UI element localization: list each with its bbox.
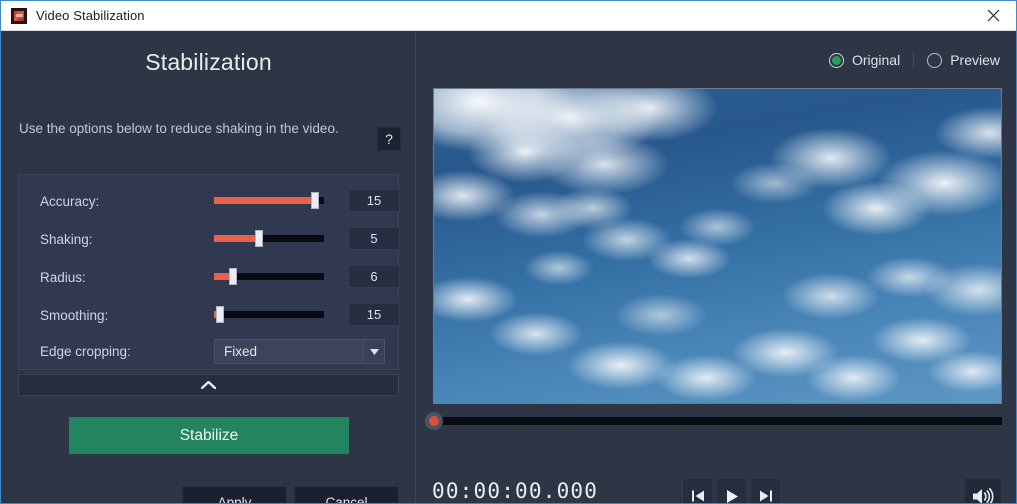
preview-mode-group: Original Preview <box>828 51 1000 69</box>
stabilize-button[interactable]: Stabilize <box>69 417 349 454</box>
radio-original-label: Original <box>851 52 901 68</box>
setting-label-smoothing: Smoothing: <box>40 307 109 323</box>
radius-slider-thumb[interactable] <box>228 268 237 285</box>
chevron-down-icon <box>369 348 379 355</box>
edge-cropping-arrow[interactable] <box>363 340 384 363</box>
timecode-display: 00:00:00.000 <box>432 479 599 503</box>
smoothing-value[interactable]: 15 <box>348 303 400 326</box>
volume-button[interactable] <box>964 478 1002 503</box>
chevron-up-icon <box>201 381 216 389</box>
timeline-scrubber[interactable] <box>425 412 1002 430</box>
accuracy-slider[interactable] <box>214 192 324 209</box>
setting-row-smoothing: Smoothing: 15 <box>19 303 400 327</box>
smoothing-slider-thumb[interactable] <box>215 306 224 323</box>
close-button[interactable] <box>970 1 1016 30</box>
window-title: Video Stabilization <box>36 8 145 23</box>
setting-label-radius: Radius: <box>40 269 86 285</box>
shaking-slider[interactable] <box>214 230 324 247</box>
shaking-slider-thumb[interactable] <box>255 230 264 247</box>
accuracy-value[interactable]: 15 <box>348 189 400 212</box>
smoothing-slider[interactable] <box>214 306 324 323</box>
play-icon <box>726 489 738 503</box>
radius-slider[interactable] <box>214 268 324 285</box>
sky-clouds-image <box>434 89 1001 403</box>
close-icon <box>987 9 999 22</box>
page-title: Stabilization <box>145 49 272 75</box>
help-button[interactable]: ? <box>377 127 401 151</box>
video-stabilization-window: Video Stabilization Stabilization Use th… <box>0 0 1017 504</box>
shaking-value[interactable]: 5 <box>348 227 400 250</box>
title-bar: Video Stabilization <box>1 1 1016 31</box>
settings-pane: Stabilization Use the options below to r… <box>2 31 415 503</box>
preview-pane: Original Preview 00:00:00.000 <box>416 32 1016 503</box>
next-frame-button[interactable] <box>750 478 781 503</box>
radius-value[interactable]: 6 <box>348 265 400 288</box>
collapse-settings-button[interactable] <box>18 374 399 396</box>
timeline-handle[interactable] <box>425 412 443 430</box>
video-stabilization-icon <box>11 7 27 24</box>
skip-previous-icon <box>691 490 704 502</box>
radio-original[interactable]: Original <box>828 52 901 68</box>
setting-row-shaking: Shaking: 5 <box>19 227 400 251</box>
video-preview[interactable] <box>433 88 1002 404</box>
edge-cropping-select[interactable]: Fixed <box>214 339 385 364</box>
settings-group: Accuracy: 15 Shaking: 5 Radius: 6 Smooth… <box>18 174 400 370</box>
accuracy-slider-thumb[interactable] <box>311 192 320 209</box>
radio-original-icon <box>828 52 844 68</box>
panel-description: Use the options below to reduce shaking … <box>19 121 339 136</box>
setting-label-accuracy: Accuracy: <box>40 193 100 209</box>
radio-preview[interactable]: Preview <box>927 52 1000 68</box>
cancel-button[interactable]: Cancel <box>294 486 399 503</box>
radio-preview-icon <box>927 52 943 68</box>
setting-label-edge-cropping: Edge cropping: <box>40 344 131 359</box>
radio-preview-label: Preview <box>950 52 1000 68</box>
play-button[interactable] <box>716 478 747 503</box>
setting-label-shaking: Shaking: <box>40 231 93 247</box>
skip-next-icon <box>759 490 772 502</box>
previous-frame-button[interactable] <box>682 478 713 503</box>
shaking-slider-fill <box>214 235 260 242</box>
setting-row-edge-cropping: Edge cropping: Fixed <box>19 339 400 364</box>
edge-cropping-value: Fixed <box>224 344 258 359</box>
apply-button[interactable]: Apply <box>182 486 287 503</box>
transport-controls <box>682 478 781 503</box>
accuracy-slider-fill <box>214 197 316 204</box>
radio-separator <box>913 51 915 69</box>
volume-icon <box>973 487 994 503</box>
setting-row-radius: Radius: 6 <box>19 265 400 289</box>
setting-row-accuracy: Accuracy: 15 <box>19 189 400 213</box>
